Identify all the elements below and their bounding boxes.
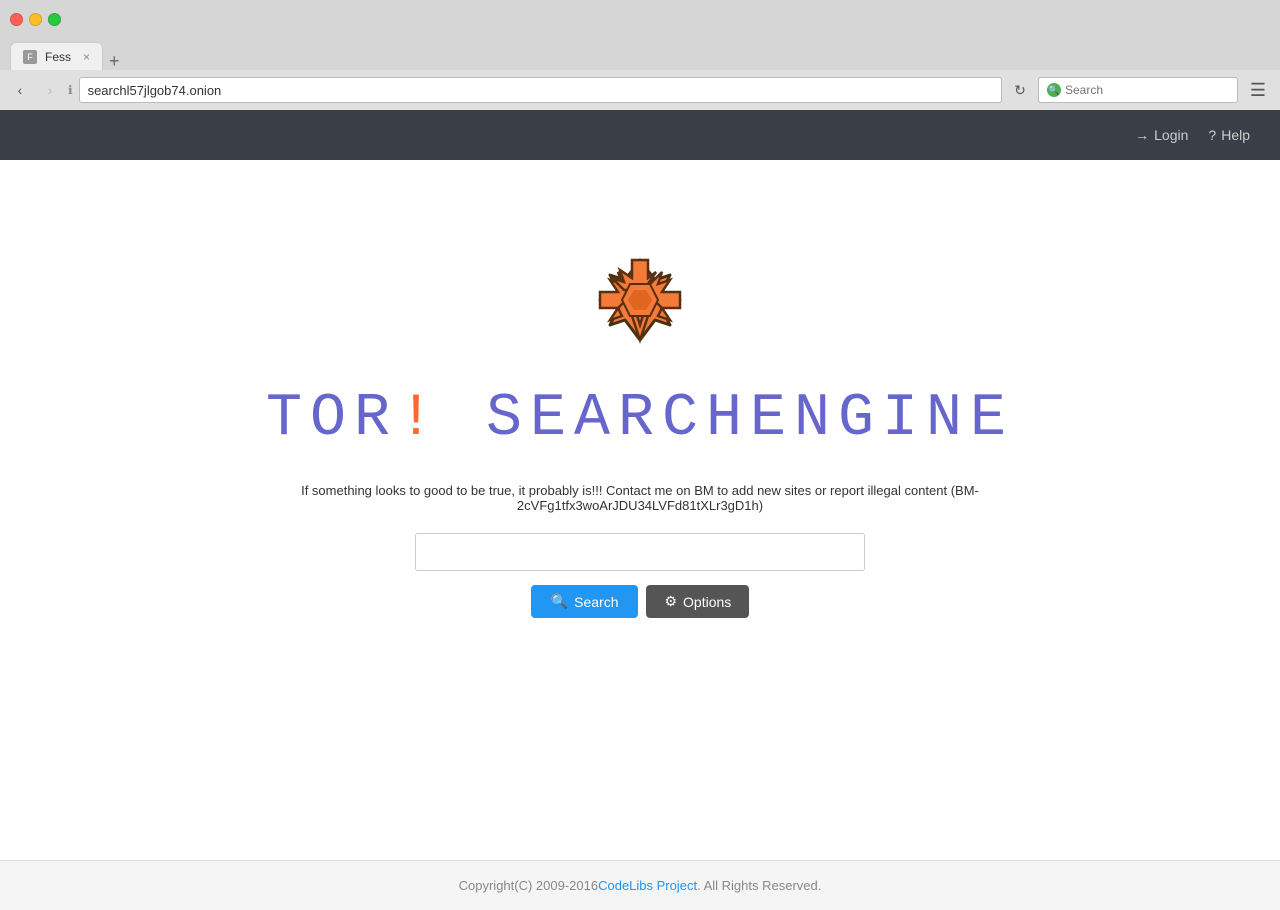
options-button-label: Options — [683, 594, 731, 610]
browser-menu-button[interactable]: ☰ — [1244, 76, 1272, 104]
tab-bar: F Fess × + — [0, 38, 1280, 70]
title-searchengine: SearchEngine — [442, 385, 1014, 453]
site-navbar: → Login ? Help — [0, 110, 1280, 160]
options-button[interactable]: ⚙ Options — [646, 585, 749, 618]
gear-icon: ⚙ — [664, 593, 677, 610]
footer-text-after: . All Rights Reserved. — [697, 878, 821, 893]
search-engine-icon: 🔍 — [1047, 83, 1061, 97]
info-icon: ℹ — [68, 83, 73, 97]
minimize-button[interactable] — [29, 13, 42, 26]
maximize-button[interactable] — [48, 13, 61, 26]
back-button[interactable]: ‹ — [8, 78, 32, 102]
login-icon: → — [1135, 127, 1149, 143]
login-label: Login — [1154, 127, 1188, 143]
help-link[interactable]: ? Help — [1208, 127, 1250, 143]
login-link[interactable]: → Login — [1135, 127, 1188, 143]
search-button-label: Search — [574, 594, 618, 610]
address-input[interactable] — [79, 77, 1002, 103]
site-footer: Copyright(C) 2009-2016 CodeLibs Project … — [0, 860, 1280, 910]
browser-chrome: F Fess × + ‹ › ℹ ↻ 🔍 ☰ — [0, 0, 1280, 110]
site-logo — [580, 240, 700, 365]
title-tor: Tor — [266, 385, 398, 453]
help-icon: ? — [1208, 127, 1216, 143]
search-icon: 🔍 — [551, 593, 568, 610]
close-button[interactable] — [10, 13, 23, 26]
site-title: Tor! SearchEngine — [266, 385, 1014, 453]
forward-button[interactable]: › — [38, 78, 62, 102]
search-buttons: 🔍 Search ⚙ Options — [531, 585, 750, 618]
logo-svg — [580, 240, 700, 360]
footer-link[interactable]: CodeLibs Project — [598, 878, 697, 893]
search-input-wrapper — [415, 533, 865, 571]
browser-search-input[interactable] — [1065, 83, 1225, 97]
new-tab-button[interactable]: + — [103, 52, 126, 70]
tab-close-icon[interactable]: × — [83, 50, 90, 64]
browser-tab[interactable]: F Fess × — [10, 42, 103, 70]
title-bar — [0, 0, 1280, 38]
search-input[interactable] — [415, 533, 865, 571]
main-content: Tor! SearchEngine If something looks to … — [0, 160, 1280, 618]
title-exclamation: ! — [398, 385, 442, 453]
tab-title: Fess — [45, 50, 71, 64]
help-label: Help — [1221, 127, 1250, 143]
tagline: If something looks to good to be true, i… — [240, 483, 1040, 513]
search-area: 🔍 Search ⚙ Options — [0, 533, 1280, 618]
search-button[interactable]: 🔍 Search — [531, 585, 639, 618]
address-bar-row: ‹ › ℹ ↻ 🔍 ☰ — [0, 70, 1280, 110]
reload-button[interactable]: ↻ — [1008, 78, 1032, 102]
tab-favicon: F — [23, 50, 37, 64]
footer-text: Copyright(C) 2009-2016 — [459, 878, 598, 893]
traffic-lights — [10, 13, 61, 26]
browser-search-box[interactable]: 🔍 — [1038, 77, 1238, 103]
logo-shape — [600, 260, 680, 340]
